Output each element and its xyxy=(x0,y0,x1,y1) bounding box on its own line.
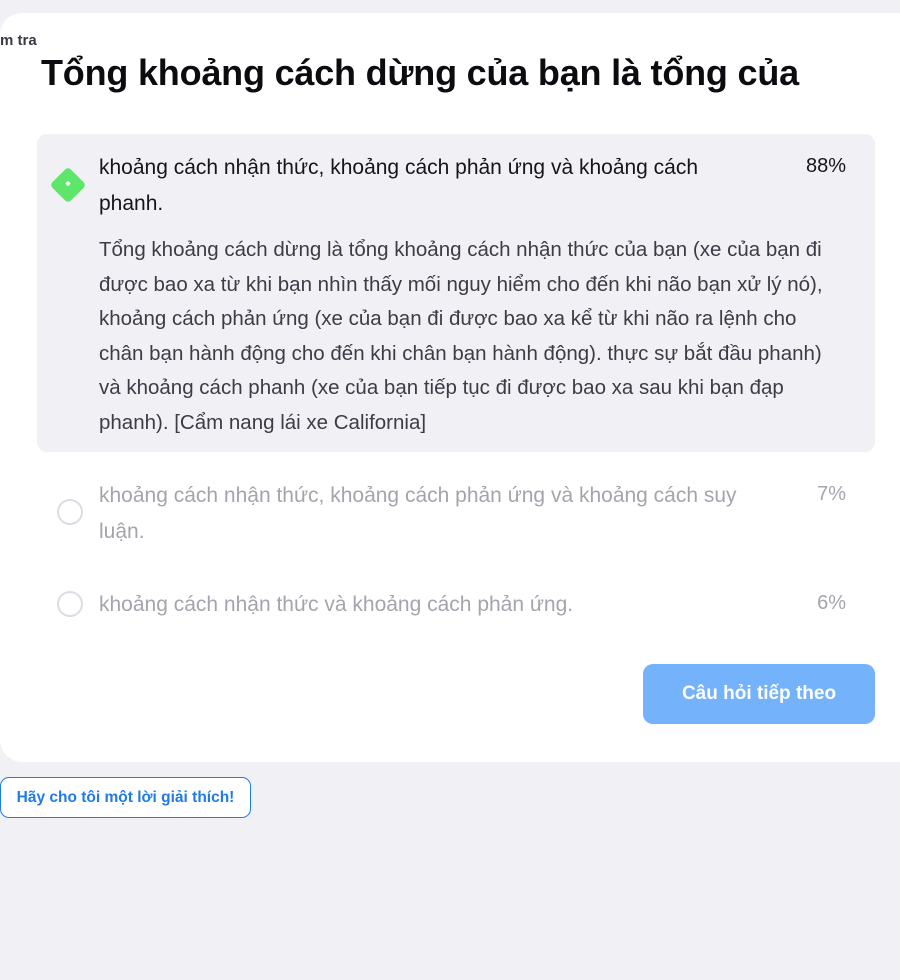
answer-option-3[interactable]: khoảng cách nhận thức và khoảng cách phả… xyxy=(37,574,875,636)
radio-icon xyxy=(57,591,83,617)
answer-option-1-text: khoảng cách nhận thức, khoảng cách phản … xyxy=(99,156,699,215)
answer-option-3-text: khoảng cách nhận thức và khoảng cách phả… xyxy=(99,593,574,616)
header-tag: m tra xyxy=(0,32,37,49)
answer-option-1-percent: 88% xyxy=(805,155,846,177)
next-question-button[interactable]: Câu hỏi tiếp theo xyxy=(643,664,875,724)
answer-option-1[interactable]: khoảng cách nhận thức, khoảng cách phản … xyxy=(37,134,875,452)
explain-button[interactable]: Hãy cho tôi một lời giải thích! xyxy=(0,777,251,818)
answer-option-3-percent: 6% xyxy=(817,592,846,614)
question-title: Tổng khoảng cách dừng của bạn là tổng củ… xyxy=(41,52,799,93)
answer-option-2-text: khoảng cách nhận thức, khoảng cách phản … xyxy=(99,484,737,543)
answer-explanation: Tổng khoảng cách dừng là tổng khoảng các… xyxy=(99,238,823,434)
radio-icon xyxy=(57,499,83,525)
answer-option-2-percent: 7% xyxy=(817,483,846,505)
answer-option-2[interactable]: khoảng cách nhận thức, khoảng cách phản … xyxy=(37,464,875,564)
correct-check-icon xyxy=(49,166,87,204)
